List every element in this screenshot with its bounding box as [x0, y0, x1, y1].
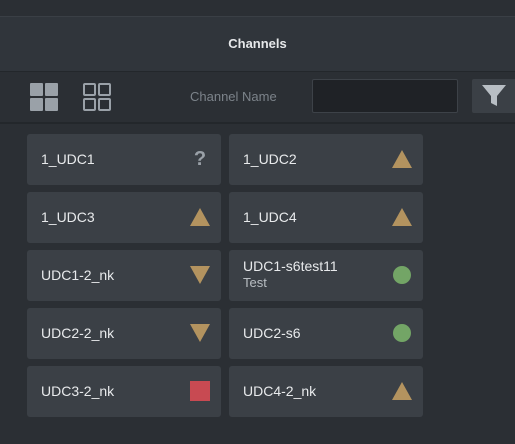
channel-name: UDC2-2_nk [41, 325, 115, 341]
channel-name-label: Channel Name [190, 89, 277, 104]
triangle-down-status-icon [189, 322, 211, 344]
filled-grid-icon-cell [45, 98, 58, 111]
channel-name: UDC3-2_nk [41, 383, 115, 399]
triangle-up-status-icon [391, 206, 413, 228]
filled-grid-icon-cell [45, 83, 58, 96]
filled-grid-icon [30, 83, 43, 96]
triangle-up-status-icon [189, 206, 211, 228]
channel-tile[interactable]: UDC1-s6test11 Test [229, 250, 423, 301]
channel-tile[interactable]: UDC2-s6 [229, 308, 423, 359]
channel-tile-grid: 1_UDC1? 1_UDC2 1_UDC3 1_UDC4 UDC1-2_nk UDC1-s… [0, 124, 515, 444]
outline-grid-icon-cell [98, 83, 111, 96]
channel-tile[interactable]: UDC3-2_nk [27, 366, 221, 417]
channel-name: UDC4-2_nk [243, 383, 317, 399]
filter-button[interactable] [472, 79, 515, 113]
channel-name: UDC1-2_nk [41, 267, 115, 283]
filter-funnel-icon [482, 85, 506, 106]
channel-tile[interactable]: UDC4-2_nk [229, 366, 423, 417]
channel-subtitle: Test [243, 275, 267, 290]
channel-name: 1_UDC3 [41, 209, 95, 225]
triangle-up-status-icon [391, 380, 413, 402]
channel-tile[interactable]: UDC1-2_nk [27, 250, 221, 301]
triangle-down-status-icon [189, 264, 211, 286]
small-tiles-view-button[interactable] [78, 78, 114, 114]
large-tiles-view-button[interactable] [25, 78, 61, 114]
channel-tile[interactable]: 1_UDC1? [27, 134, 221, 185]
panel-header: Channels [0, 16, 515, 72]
channel-toolbar: Channel Name [0, 72, 515, 122]
outline-grid-icon-cell [98, 98, 111, 111]
triangle-up-status-icon [391, 148, 413, 170]
channel-tile[interactable]: 1_UDC3 [27, 192, 221, 243]
channels-panel: Channels Channel Name 1_UDC1? 1_UDC2 1_UDC… [0, 0, 515, 444]
filled-grid-icon-cell [30, 98, 43, 111]
outline-grid-icon-cell [83, 98, 96, 111]
channel-name: 1_UDC1 [41, 151, 95, 167]
channel-tile[interactable]: UDC2-2_nk [27, 308, 221, 359]
ok-circle-status-icon [391, 264, 413, 286]
channel-tile[interactable]: 1_UDC2 [229, 134, 423, 185]
channel-tile[interactable]: 1_UDC4 [229, 192, 423, 243]
ok-circle-status-icon [391, 322, 413, 344]
error-square-status-icon [189, 380, 211, 402]
panel-title: Channels [228, 36, 287, 51]
channel-name: 1_UDC2 [243, 151, 297, 167]
outline-grid-icon [83, 83, 96, 96]
channel-name-filter-input[interactable] [312, 79, 458, 113]
channel-name: 1_UDC4 [243, 209, 297, 225]
unknown-status-icon: ? [193, 148, 207, 170]
channel-name: UDC1-s6test11 [243, 258, 338, 274]
channel-name: UDC2-s6 [243, 325, 301, 341]
